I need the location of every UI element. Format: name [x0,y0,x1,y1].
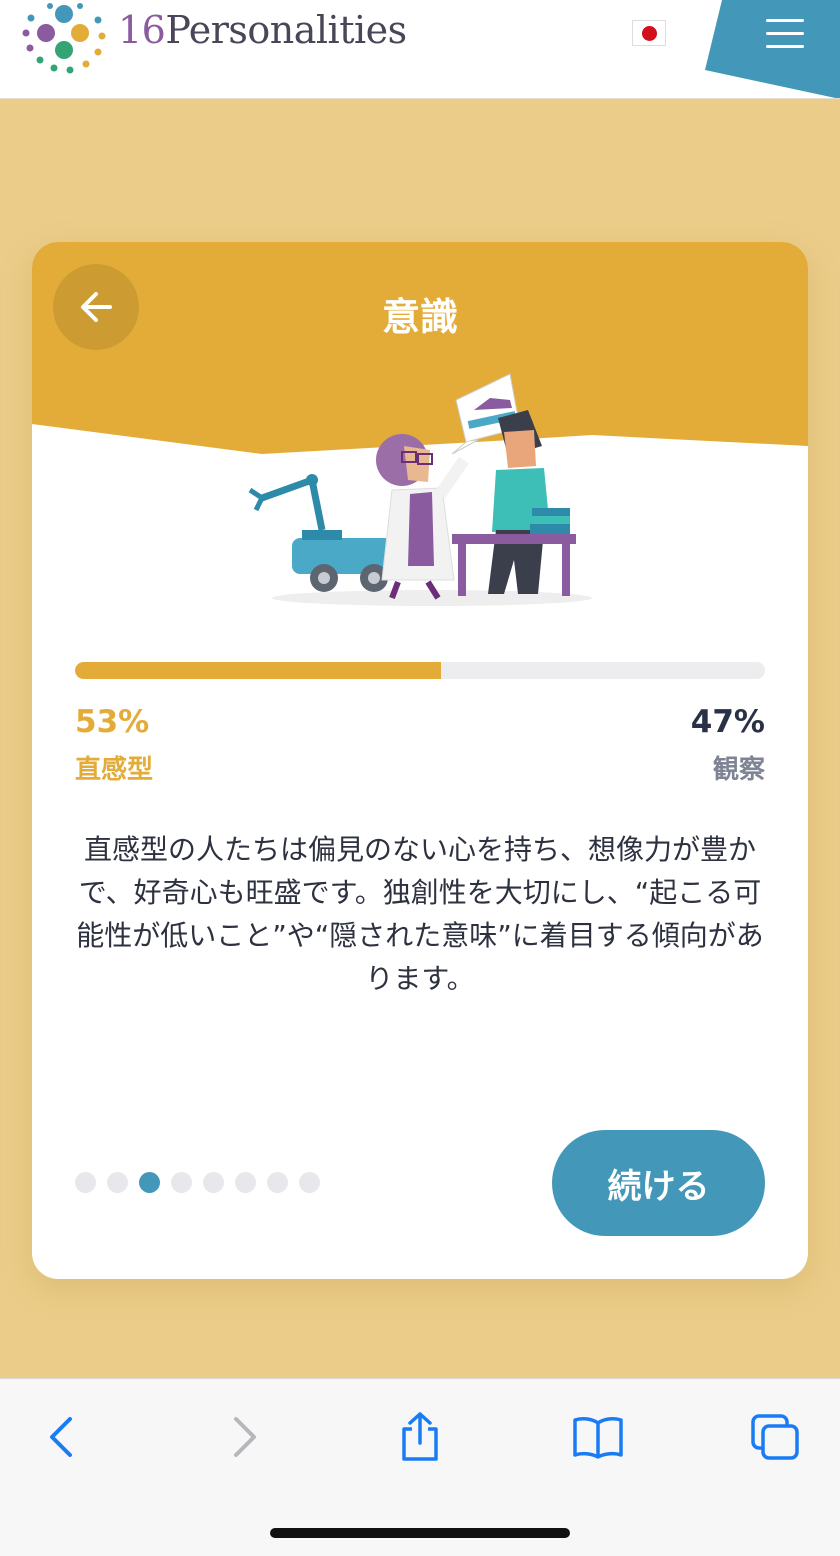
trait-progress-bar [75,662,765,679]
left-trait-label: 直感型 [75,755,154,785]
bookmarks-icon[interactable] [570,1409,626,1465]
right-trait-label: 観察 [712,755,765,785]
pagination-dot[interactable] [139,1172,160,1193]
forward-icon[interactable] [216,1409,272,1465]
share-icon[interactable] [392,1409,448,1465]
home-indicator [270,1528,570,1538]
site-header: 16Personalities [0,0,840,99]
trait-progress-fill [75,662,441,679]
menu-button[interactable] [700,0,840,98]
card-title: 意識 [381,295,458,339]
pagination-dot[interactable] [267,1172,288,1193]
pagination-dot[interactable] [75,1172,96,1193]
trait-description: 直感型の人たちは偏見のない心を持ち、想像力が豊かで、好奇心も旺盛です。独創性を大… [76,833,764,995]
brand-name[interactable]: 16Personalities [118,8,407,52]
hamburger-menu-icon [766,19,804,49]
trait-card: 意識 53% 直感型 47% 観察 直感型の人たちは偏見のない心を持ち、想像力が… [32,242,808,1279]
pagination-dot[interactable] [299,1172,320,1193]
back-icon[interactable] [34,1409,90,1465]
tabs-icon[interactable] [748,1409,804,1465]
left-trait-percent: 53% [75,704,150,740]
logo-icon[interactable] [22,0,106,78]
pagination-dot[interactable] [203,1172,224,1193]
japan-flag-icon[interactable] [632,20,666,46]
scientist-and-observer-illustration [248,373,592,606]
pagination-dot[interactable] [107,1172,128,1193]
pagination-dots [75,1172,320,1193]
pagination-dot[interactable] [171,1172,192,1193]
pagination-dot[interactable] [235,1172,256,1193]
continue-button[interactable]: 続ける [552,1130,765,1236]
right-trait-percent: 47% [690,704,765,740]
